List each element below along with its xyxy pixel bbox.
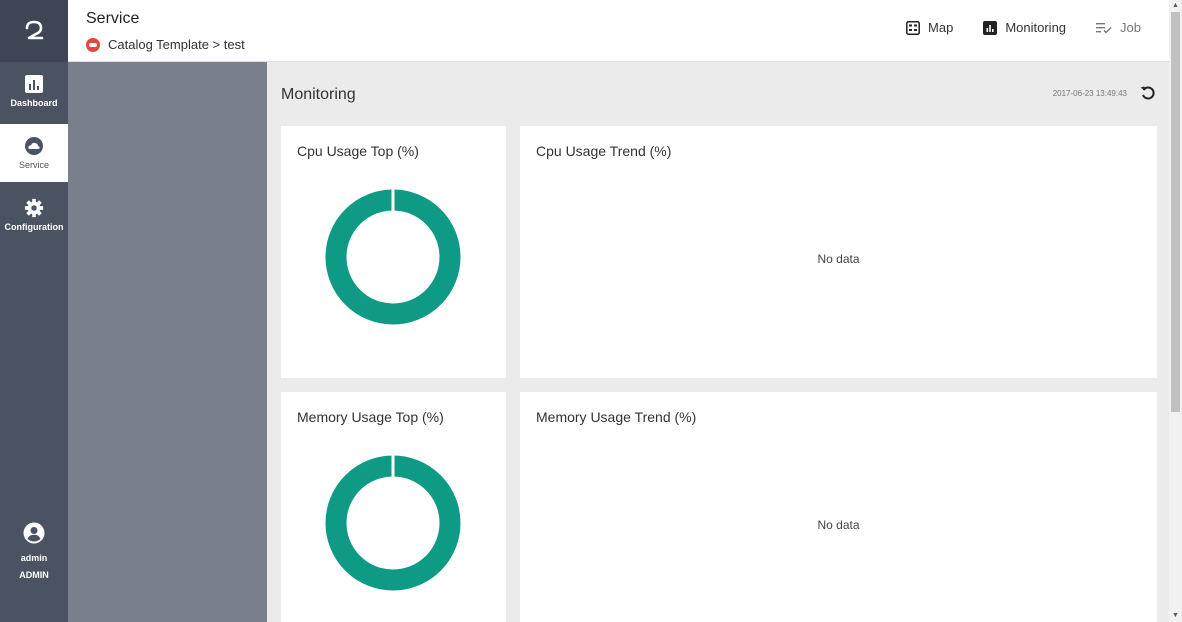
cloud-icon	[24, 136, 44, 156]
sidebar-item-configuration[interactable]: Configuration	[0, 186, 68, 244]
user-name: admin	[20, 553, 48, 563]
no-data-message: No data	[817, 252, 860, 266]
sidebar-item-service[interactable]: Service	[0, 124, 68, 182]
sidebar-item-label: Dashboard	[10, 98, 58, 108]
cloud-alert-icon	[86, 37, 100, 52]
sidebar-item-dashboard[interactable]: Dashboard	[0, 62, 68, 120]
tab-map-label: Map	[928, 20, 954, 35]
tab-monitoring[interactable]: Monitoring	[983, 20, 1066, 35]
card-title: Cpu Usage Trend (%)	[536, 143, 672, 159]
chart-bar-icon	[983, 20, 998, 35]
memory-usage-trend-card: Memory Usage Trend (%) No data	[520, 392, 1157, 622]
header: Service Catalog Template > test Map Moni…	[68, 0, 1169, 62]
scroll-down-arrow-icon[interactable]: ▼	[1171, 611, 1180, 621]
user-role: ADMIN	[19, 570, 49, 580]
cpu-usage-donut	[325, 189, 461, 325]
main-content: Monitoring 2017-06-23 13:49:43 Cpu Usage…	[267, 62, 1169, 622]
sidebar-item-label: Service	[18, 160, 49, 170]
gear-icon	[24, 198, 44, 218]
list-check-icon	[1096, 22, 1112, 34]
logo-icon	[25, 20, 44, 40]
top-nav: Map Monitoring Job	[876, 20, 1141, 35]
user-avatar-icon	[23, 522, 45, 544]
tab-job-label: Job	[1120, 20, 1141, 35]
refresh-button[interactable]	[1139, 84, 1157, 102]
cpu-usage-top-card: Cpu Usage Top (%)	[281, 126, 506, 378]
memory-usage-top-card: Memory Usage Top (%)	[281, 392, 506, 622]
map-icon	[906, 20, 920, 35]
sidebar-item-label: Configuration	[4, 222, 64, 232]
breadcrumb[interactable]: Catalog Template > test	[86, 37, 245, 52]
cpu-usage-trend-card: Cpu Usage Trend (%) No data	[520, 126, 1157, 378]
scrollbar-thumb[interactable]	[1171, 12, 1180, 412]
tab-monitoring-label: Monitoring	[1005, 20, 1067, 35]
card-title: Memory Usage Top (%)	[297, 409, 444, 425]
card-title: Cpu Usage Top (%)	[297, 143, 419, 159]
chart-bar-icon	[24, 74, 44, 94]
tab-map[interactable]: Map	[906, 20, 953, 35]
page-scrollbar[interactable]: ▲ ▼	[1169, 0, 1182, 622]
section-title: Monitoring	[281, 86, 356, 103]
card-title: Memory Usage Trend (%)	[536, 409, 697, 425]
user-menu[interactable]: admin ADMIN	[0, 522, 68, 584]
logo[interactable]	[0, 0, 68, 62]
memory-usage-donut	[325, 455, 461, 591]
secondary-panel	[68, 62, 267, 622]
no-data-message: No data	[817, 518, 860, 532]
breadcrumb-text: Catalog Template > test	[108, 37, 245, 52]
app: Dashboard Service Configuration admin AD…	[0, 0, 1182, 622]
tab-job[interactable]: Job	[1096, 20, 1141, 35]
last-updated-timestamp: 2017-06-23 13:49:43	[1052, 89, 1127, 98]
sidebar: Dashboard Service Configuration admin AD…	[0, 0, 68, 622]
page-title: Service	[86, 10, 140, 27]
scroll-up-arrow-icon[interactable]: ▲	[1171, 1, 1180, 11]
refresh-icon	[1140, 86, 1155, 100]
